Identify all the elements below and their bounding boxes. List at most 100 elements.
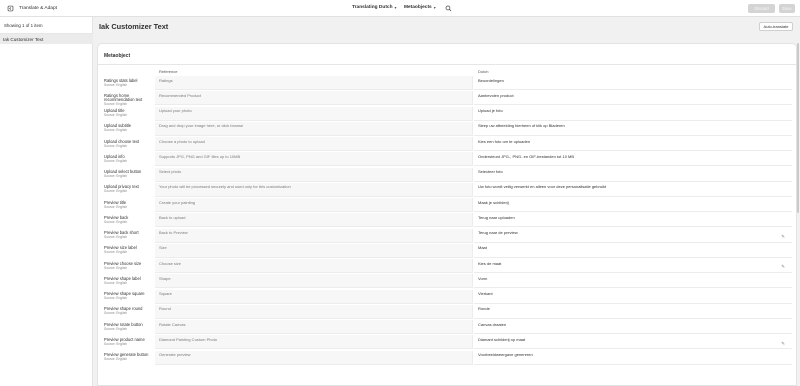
translation-field[interactable]: Vorm [474, 274, 792, 289]
translation-field[interactable]: Terug naar de preview ✎ [474, 228, 792, 243]
translation-value: Beoordelingen [478, 77, 504, 83]
field-source: Source: English [104, 280, 128, 285]
table-row: Upload info Source: English Supports JPG, … [98, 152, 796, 167]
reference-cell: Size [155, 243, 473, 258]
table-row: Upload subtitle Source: English Drag and d… [98, 121, 796, 137]
translation-field[interactable]: Ronde [474, 304, 792, 319]
pencil-icon[interactable]: ✎ [781, 341, 785, 347]
field-source: Source: English [104, 235, 128, 240]
field-label-block: Preview rotate button Source: English [104, 322, 154, 331]
app-title: Translate & Adapt [19, 5, 57, 11]
save-button[interactable]: Save [779, 4, 795, 13]
field-label-block: Preview generate button Source: English [104, 352, 154, 362]
field-label-block: Ratings home recommendation text Source: … [104, 92, 154, 107]
field-source: Source: English [104, 204, 128, 209]
top-bar: Translate & Adapt Translating Dutch ▾ Me… [0, 0, 800, 17]
translation-field[interactable]: Maat [474, 243, 792, 258]
resource-picker-label: Metaobjects [404, 5, 432, 10]
translation-field[interactable]: Canvas draaien [474, 320, 792, 334]
translation-field[interactable]: Vierkant [474, 289, 792, 304]
reference-cell: Back to upload [155, 213, 473, 228]
translation-field[interactable]: Kies de maat ✎ [474, 259, 792, 273]
table-row: Preview back Source: English Back to uploa… [98, 213, 796, 228]
translation-field[interactable]: Selecteer foto [474, 167, 792, 182]
table-row: Preview rotate button Source: English Rota… [98, 320, 796, 335]
translation-field[interactable]: Voorbeeldweergave genereren [474, 350, 792, 365]
field-source: Source: English [104, 296, 128, 301]
translation-field[interactable]: Kies een foto om te uploaden [474, 137, 792, 151]
translation-value: Canvas draaien [478, 321, 507, 327]
table-row: Preview shape round Source: English Round R… [98, 304, 796, 320]
discard-button[interactable]: Discard [748, 4, 775, 13]
language-picker-label: Translating Dutch [352, 5, 393, 10]
pencil-icon[interactable]: ✎ [781, 234, 785, 240]
field-label-block: Preview shape square Source: English [104, 291, 154, 301]
chevron-down-icon: ▾ [433, 5, 436, 10]
back-icon[interactable] [6, 4, 14, 12]
translation-field[interactable]: Ondersteunt JPG-, PNG- en GIF-bestanden … [474, 152, 792, 167]
table-row: Ratings stats label Source: English Rating… [98, 76, 796, 91]
reference-cell: Supports JPG, PNG and GIF files up to 10… [155, 152, 473, 167]
translation-field[interactable]: Sleep uw afbeelding hierheen of klik op … [474, 121, 792, 136]
field-source: Source: English [104, 341, 128, 346]
field-label-block: Preview product name Source: English [104, 337, 154, 346]
translation-field[interactable]: Uw foto wordt veilig verwerkt en alleen … [474, 182, 792, 197]
table-row: Upload choose text Source: English Choose … [98, 137, 796, 152]
reference-cell: Square [155, 289, 473, 304]
translation-value: Maak je schilderij [478, 199, 509, 205]
reference-cell: Rotate Canvas [155, 320, 473, 334]
translation-value: Voorbeeldweergave genereren [478, 352, 533, 357]
sidebar-count: Showing 1 of 1 item [4, 23, 43, 28]
table-row: Upload title Source: English Upload your p… [98, 106, 796, 122]
field-source: Source: English [104, 143, 128, 148]
pencil-icon[interactable]: ✎ [781, 265, 785, 270]
scrollbar-thumb[interactable] [797, 43, 799, 213]
reference-cell: Ratings [155, 76, 473, 90]
auto-translate-button[interactable]: Auto-translate [759, 22, 793, 31]
table-row: Preview back short Source: English Back to… [98, 228, 796, 244]
reference-cell: Create your painting [155, 198, 473, 212]
table-row: Preview choose size Source: English Choose… [98, 259, 796, 274]
field-source: Source: English [104, 219, 128, 224]
field-source: Source: English [104, 128, 128, 133]
field-label: Ratings home recommendation text [104, 92, 143, 102]
reference-cell: Your photo will be processed securely an… [155, 182, 473, 197]
field-source: Source: English [104, 357, 128, 362]
reference-cell: Diamond Painting Custom Photo [155, 335, 473, 350]
translation-field[interactable]: Aanbevolen product [474, 91, 792, 106]
field-label-block: Preview shape label Source: English [104, 276, 154, 285]
translation-value: Vorm [478, 275, 488, 281]
page-title: Iak Customizer Text [99, 22, 169, 31]
table-header: Reference Dutch [98, 68, 796, 76]
field-source: Source: English [104, 189, 128, 194]
reference-cell: Shape [155, 274, 473, 289]
translation-value: Uw foto wordt veilig verwerkt en alleen … [478, 184, 607, 190]
field-label-block: Upload info Source: English [104, 154, 154, 163]
search-icon[interactable] [445, 5, 452, 12]
table-row: Preview title Source: English Create your … [98, 198, 796, 213]
translation-value: Diamant schilderij op maat [478, 336, 526, 342]
table-row: Upload privacy text Source: English Your p… [98, 182, 796, 198]
reference-cell: Upload your photo [155, 106, 473, 121]
table-row: Preview size label Source: English Size Maa… [98, 243, 796, 259]
translation-field[interactable]: Diamant schilderij op maat ✎ [474, 335, 792, 350]
field-label-block: Preview back Source: English [104, 215, 154, 224]
sidebar: Showing 1 of 1 item Iak Customizer Text [0, 17, 93, 386]
language-picker[interactable]: Translating Dutch ▾ [352, 5, 397, 10]
reference-cell: Select photo [155, 167, 473, 182]
translation-value: Kies een foto om te uploaden [478, 138, 531, 144]
sidebar-item-iak-customizer-text[interactable]: Iak Customizer Text [0, 34, 93, 44]
column-header-dutch: Dutch [478, 69, 489, 74]
table-row: Preview shape square Source: English Squar… [98, 289, 796, 305]
field-source: Source: English [104, 82, 128, 87]
translation-field[interactable]: Upload je foto [474, 106, 792, 121]
reference-cell: Choose a photo to upload [155, 137, 473, 151]
translation-field[interactable]: Beoordelingen [474, 76, 792, 90]
field-label-block: Upload select button Source: English [104, 169, 154, 178]
reference-cell: Recommended Product [155, 91, 473, 106]
translation-field[interactable]: Terug naar uploaden [474, 213, 792, 228]
field-label-block: Preview back short Source: English [104, 230, 154, 240]
resource-picker[interactable]: Metaobjects ▾ [404, 5, 436, 10]
table-row: Upload select button Source: English Selec… [98, 167, 796, 183]
translation-field[interactable]: Maak je schilderij [474, 198, 792, 212]
